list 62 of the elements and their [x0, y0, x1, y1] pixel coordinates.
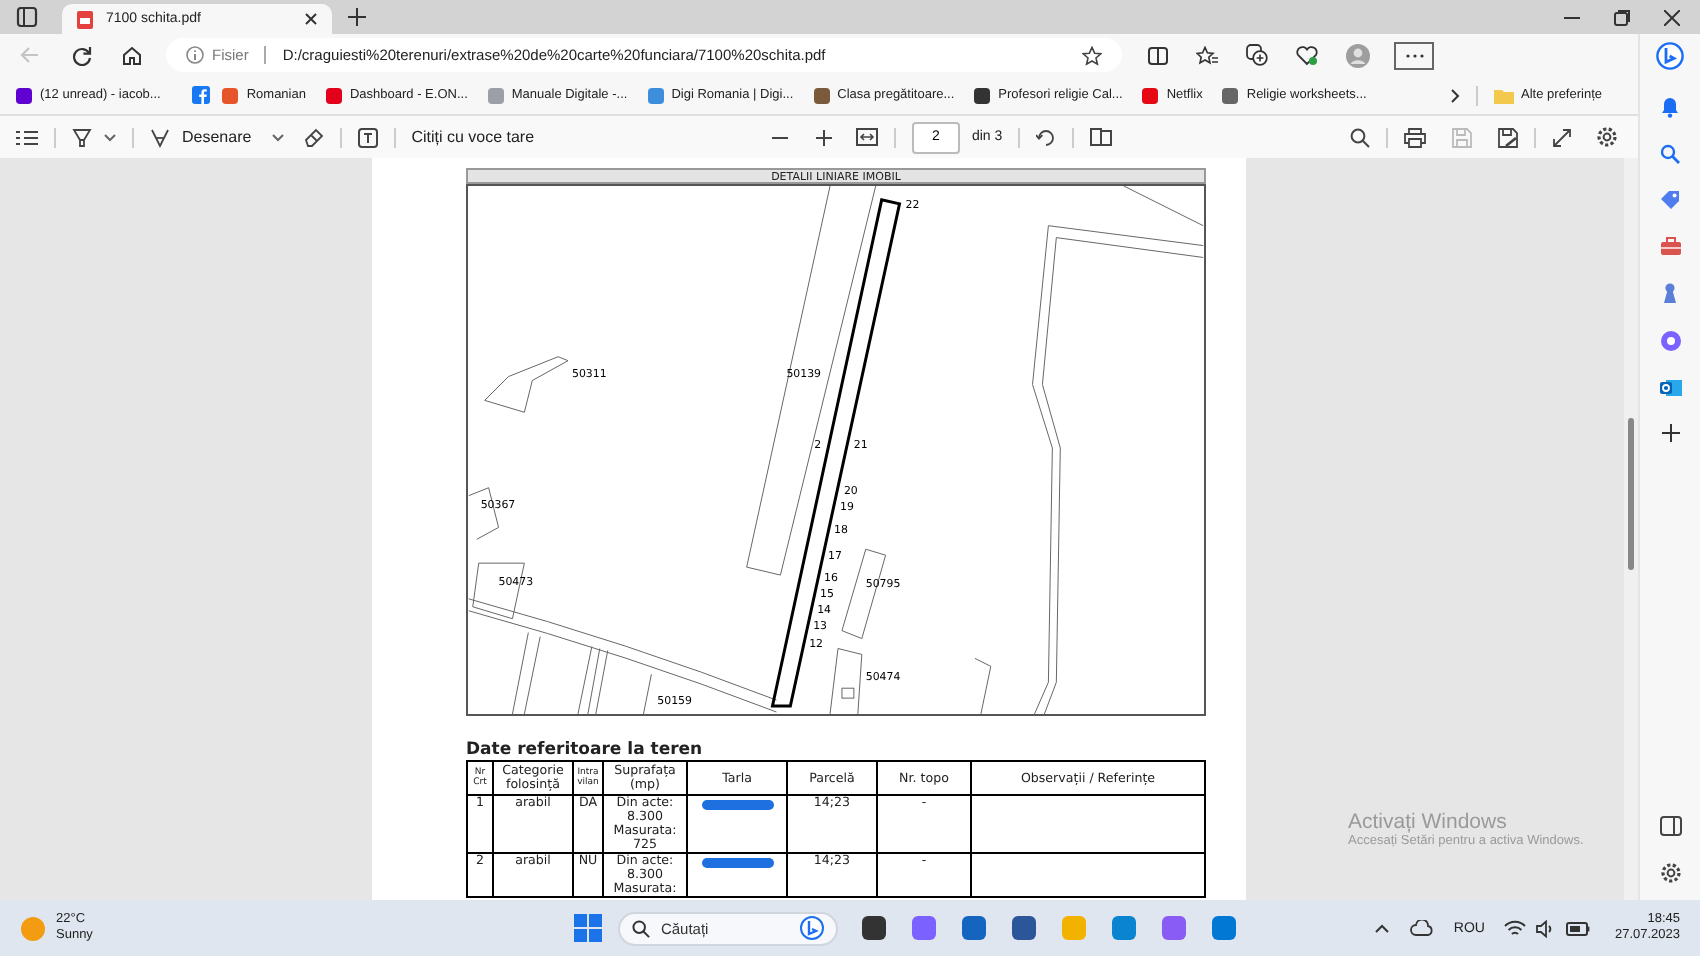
settings-icon[interactable]	[1596, 126, 1619, 148]
read-aloud-button[interactable]: Citiți cu voce tare	[411, 128, 535, 146]
save-as-icon[interactable]	[1498, 127, 1519, 147]
more-menu-button[interactable]	[1394, 41, 1434, 69]
settings-icon[interactable]	[1659, 862, 1681, 884]
add-icon[interactable]	[1661, 424, 1679, 442]
split-screen-icon[interactable]	[1148, 45, 1168, 65]
scrollbar[interactable]	[1624, 158, 1638, 900]
caret-icon[interactable]	[104, 133, 116, 141]
text-box-icon[interactable]	[357, 127, 378, 147]
redaction-scribble	[701, 858, 773, 868]
close-icon[interactable]	[304, 12, 318, 26]
draw-button[interactable]: Desenare	[150, 127, 252, 147]
fit-width-icon[interactable]	[855, 128, 878, 146]
folder-icon	[1493, 87, 1514, 103]
info-icon[interactable]	[186, 46, 204, 64]
bing-logo-icon	[800, 916, 825, 940]
redaction-scribble	[701, 800, 773, 810]
page-view-icon[interactable]	[1090, 128, 1113, 146]
chevron-right-icon[interactable]	[1449, 87, 1460, 103]
activation-title: Activați Windows	[1348, 810, 1509, 834]
search-icon[interactable]	[1660, 144, 1680, 164]
wifi-icon[interactable]	[1504, 919, 1527, 937]
home-icon[interactable]	[122, 45, 142, 65]
search-icon[interactable]	[1350, 127, 1371, 147]
refresh-icon[interactable]	[72, 45, 92, 65]
taskbar-app-icon[interactable]	[860, 914, 889, 942]
restore-icon[interactable]	[1614, 9, 1630, 25]
heart-icon[interactable]	[1296, 45, 1318, 65]
eraser-icon[interactable]	[303, 127, 324, 147]
outlook-icon[interactable]	[1659, 378, 1681, 398]
highlighter-icon[interactable]	[72, 127, 92, 147]
bell-icon[interactable]	[1660, 96, 1680, 118]
taskbar-app-icon[interactable]	[960, 914, 989, 942]
battery-icon[interactable]	[1566, 921, 1591, 935]
sun-icon	[20, 915, 46, 941]
pen-icon	[150, 127, 170, 147]
chevron-up-icon[interactable]	[1373, 923, 1390, 933]
windows-start-icon[interactable]	[574, 914, 603, 942]
print-icon[interactable]	[1404, 127, 1427, 147]
toolbox-icon[interactable]	[1659, 236, 1681, 256]
new-tab-icon[interactable]	[348, 8, 366, 26]
speaker-icon[interactable]	[1536, 919, 1557, 937]
copilot-logo-icon[interactable]	[1656, 42, 1684, 70]
tag-icon[interactable]	[1660, 190, 1680, 210]
collections-icon[interactable]	[1246, 44, 1268, 66]
cloud-icon[interactable]	[1409, 920, 1434, 936]
sidebar-panel-icon[interactable]	[1659, 816, 1681, 836]
pdf-file-icon	[76, 9, 94, 29]
contents-list-icon[interactable]	[16, 129, 38, 145]
facebook-icon[interactable]	[192, 86, 211, 104]
search-icon	[632, 919, 651, 937]
tab-actions-icon[interactable]	[16, 6, 38, 28]
section-title: Date referitoare la teren	[466, 740, 705, 760]
caret-icon[interactable]	[271, 133, 284, 141]
close-icon[interactable]	[1664, 9, 1680, 25]
fullscreen-icon[interactable]	[1552, 127, 1573, 147]
rotate-icon[interactable]	[1036, 127, 1057, 147]
zoom-in-icon[interactable]	[815, 129, 832, 145]
star-icon[interactable]	[1082, 45, 1102, 65]
favorites-icon[interactable]	[1196, 45, 1218, 65]
taskbar-app-icon[interactable]	[1010, 914, 1039, 942]
